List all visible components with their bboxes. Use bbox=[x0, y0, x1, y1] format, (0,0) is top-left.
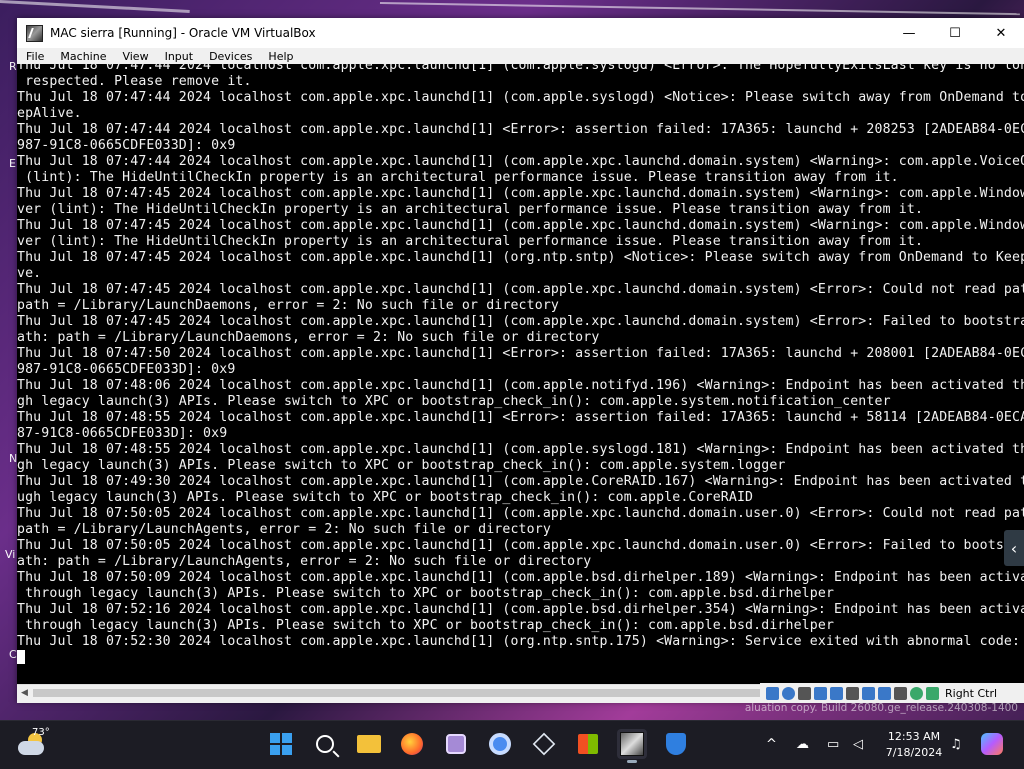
menu-machine[interactable]: Machine bbox=[51, 50, 113, 63]
virtualbox-taskbar-button[interactable] bbox=[617, 729, 647, 763]
firefox-icon bbox=[401, 733, 423, 755]
menu-input[interactable]: Input bbox=[156, 50, 200, 63]
defender-button[interactable] bbox=[661, 729, 691, 759]
shield-icon bbox=[666, 733, 686, 755]
menu-help[interactable]: Help bbox=[259, 50, 300, 63]
app-icon bbox=[446, 734, 466, 754]
taskbar: 73° ^ ☁ ▭ ◁ 12:53 AM 7/18/2024 ♫ bbox=[0, 720, 1024, 769]
notification-bell-icon[interactable]: ♫ bbox=[950, 737, 962, 752]
window-controls: — ☐ ✕ bbox=[886, 18, 1024, 48]
shared-folder-icon[interactable] bbox=[846, 686, 859, 700]
desktop-streak bbox=[0, 0, 190, 13]
file-explorer-button[interactable] bbox=[354, 729, 384, 759]
windows-logo-icon bbox=[270, 733, 292, 755]
network-icon[interactable] bbox=[814, 686, 827, 700]
menu-file[interactable]: File bbox=[17, 50, 51, 63]
desktop-edge-glyph: C bbox=[9, 648, 17, 661]
vm-status-bar: Right Ctrl bbox=[760, 683, 1024, 703]
virtualbox-app-icon bbox=[26, 24, 43, 42]
virtualbox-window: MAC sierra [Running] - Oracle VM Virtual… bbox=[17, 18, 1024, 703]
cloud-icon bbox=[18, 741, 44, 755]
store-button[interactable] bbox=[573, 729, 603, 759]
clock-date: 7/18/2024 bbox=[885, 746, 943, 759]
taskbar-clock[interactable]: 12:53 AM 7/18/2024 bbox=[874, 729, 954, 761]
usb-icon[interactable] bbox=[830, 686, 843, 700]
chrome-icon bbox=[489, 733, 511, 755]
menu-devices[interactable]: Devices bbox=[200, 50, 259, 63]
desktop-edge-glyph: R bbox=[9, 60, 17, 73]
menu-bar: File Machine View Input Devices Help bbox=[17, 48, 1024, 64]
title-bar[interactable]: MAC sierra [Running] - Oracle VM Virtual… bbox=[17, 18, 1024, 48]
hard-disk-icon[interactable] bbox=[766, 686, 779, 700]
vm-console-display[interactable]: Thu Jul 18 07:47:44 2024 localhost com.a… bbox=[17, 64, 1024, 684]
text-cursor bbox=[17, 650, 25, 664]
guest-additions-icon[interactable] bbox=[910, 686, 923, 700]
display-tray-icon[interactable]: ▭ bbox=[827, 737, 839, 752]
console-log-text: Thu Jul 18 07:47:44 2024 localhost com.a… bbox=[17, 64, 1024, 649]
close-button[interactable]: ✕ bbox=[978, 18, 1024, 48]
folder-icon bbox=[357, 735, 381, 753]
maximize-button[interactable]: ☐ bbox=[932, 18, 978, 48]
desktop-edge-glyph: Vi bbox=[5, 548, 16, 561]
3d-app-button[interactable] bbox=[529, 729, 559, 759]
chrome-button[interactable] bbox=[485, 729, 515, 759]
firefox-button[interactable] bbox=[397, 729, 427, 759]
store-icon bbox=[578, 734, 598, 754]
display-icon[interactable] bbox=[862, 686, 875, 700]
minimize-button[interactable]: — bbox=[886, 18, 932, 48]
tray-overflow-chevron-icon[interactable]: ^ bbox=[766, 737, 777, 752]
network-disconnected-icon[interactable]: ☁ bbox=[796, 737, 809, 752]
virtualbox-icon bbox=[620, 732, 644, 756]
volume-muted-icon[interactable]: ◁ bbox=[853, 737, 863, 752]
window-title: MAC sierra [Running] - Oracle VM Virtual… bbox=[50, 26, 316, 40]
audio-icon[interactable] bbox=[798, 686, 811, 700]
desktop-edge-glyph: N bbox=[9, 452, 18, 465]
chevron-left-icon[interactable]: ‹ bbox=[1004, 530, 1024, 566]
start-button[interactable] bbox=[266, 729, 296, 759]
optical-drive-icon[interactable] bbox=[782, 686, 795, 700]
cpu-icon[interactable] bbox=[894, 686, 907, 700]
copilot-icon[interactable] bbox=[981, 733, 1003, 755]
host-key-label: Right Ctrl bbox=[945, 686, 998, 700]
weather-widget[interactable]: 73° bbox=[18, 727, 68, 761]
scroll-left-icon[interactable]: ◀ bbox=[21, 688, 28, 698]
clock-time: 12:53 AM bbox=[887, 730, 941, 743]
weather-temperature: 73° bbox=[32, 727, 50, 738]
purple-app-button[interactable] bbox=[441, 729, 471, 759]
search-icon bbox=[316, 735, 334, 753]
mouse-integration-icon[interactable] bbox=[926, 686, 939, 700]
search-button[interactable] bbox=[310, 729, 340, 759]
cube-icon bbox=[532, 732, 556, 756]
desktop-streak bbox=[379, 2, 1020, 16]
recording-icon[interactable] bbox=[878, 686, 891, 700]
menu-view[interactable]: View bbox=[113, 50, 155, 63]
windows-evaluation-watermark: aluation copy. Build 26080.ge_release.24… bbox=[744, 702, 1018, 714]
desktop-edge-glyph: E bbox=[9, 157, 16, 170]
